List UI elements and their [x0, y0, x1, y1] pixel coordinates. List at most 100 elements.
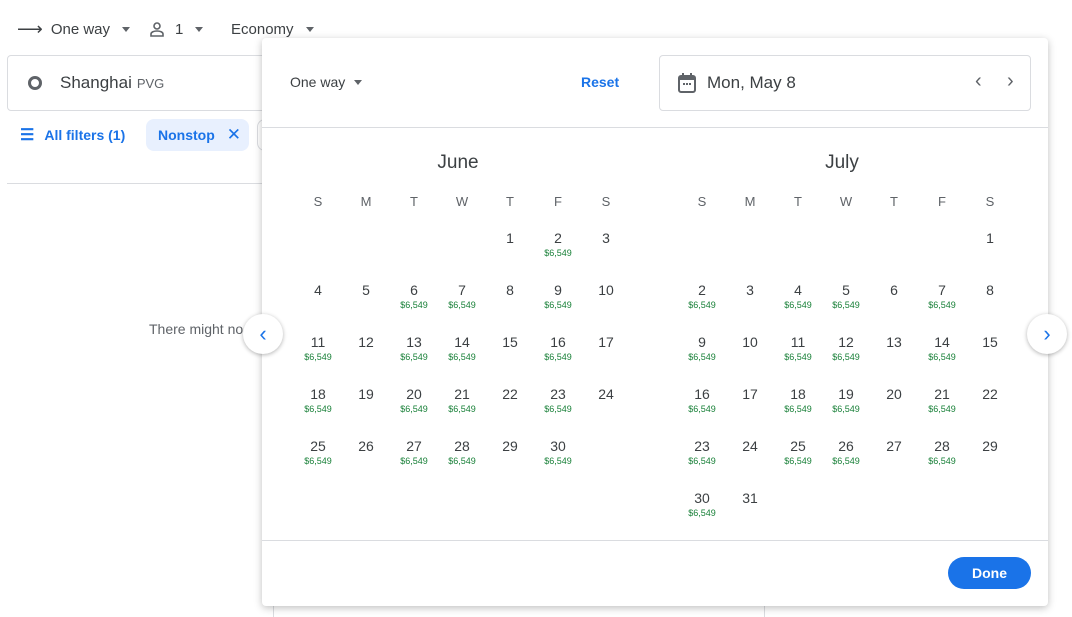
calendar-day[interactable]: 5 [344, 281, 388, 299]
calendar-day[interactable]: 15 [968, 333, 1012, 351]
next-month-button[interactable]: › [1027, 314, 1067, 354]
calendar-day[interactable]: 23 $6,549 [536, 385, 580, 415]
reset-button[interactable]: Reset [581, 74, 619, 90]
calendar-day[interactable]: 27 [872, 437, 916, 455]
cabin-select[interactable]: Economy [231, 18, 314, 40]
day-number: 1 [986, 230, 994, 246]
next-date-icon[interactable]: › [1007, 70, 1014, 93]
day-number: 16 [694, 386, 710, 402]
calendar-day[interactable]: 10 [584, 281, 628, 299]
calendar-day[interactable]: 30 $6,549 [680, 489, 724, 519]
calendar-day[interactable]: 4 [296, 281, 340, 299]
day-price: $6,549 [688, 508, 716, 518]
calendar-day[interactable]: 2 $6,549 [680, 281, 724, 311]
day-number: 23 [694, 438, 710, 454]
calendar-day[interactable]: 5 $6,549 [824, 281, 868, 311]
day-number: 23 [550, 386, 566, 402]
calendar-day[interactable]: 17 [584, 333, 628, 351]
calendar-day[interactable]: 15 [488, 333, 532, 351]
calendar-day[interactable]: 18 $6,549 [776, 385, 820, 415]
calendar-day[interactable]: 24 [584, 385, 628, 403]
calendar-day[interactable]: 10 [728, 333, 772, 351]
calendar-day[interactable]: 1 [968, 229, 1012, 247]
calendar-day[interactable]: 11 $6,549 [296, 333, 340, 363]
close-icon[interactable]: ✕ [227, 125, 241, 145]
origin-code: PVG [136, 75, 165, 91]
previous-month-button[interactable]: ‹ [243, 314, 283, 354]
day-price: $6,549 [400, 404, 428, 414]
calendar-day[interactable]: 11 $6,549 [776, 333, 820, 363]
calendar-day[interactable]: 3 [728, 281, 772, 299]
calendar-day[interactable]: 31 [728, 489, 772, 507]
calendar-day[interactable]: 6 [872, 281, 916, 299]
calendar-day[interactable]: 1 [488, 229, 532, 247]
calendar-day[interactable]: 22 [968, 385, 1012, 403]
previous-date-icon[interactable]: ‹ [975, 70, 982, 93]
calendar-day[interactable]: 7 $6,549 [440, 281, 484, 311]
calendar-day[interactable]: 25 $6,549 [776, 437, 820, 467]
calendar-day[interactable]: 9 $6,549 [680, 333, 724, 363]
calendar-day[interactable]: 30 $6,549 [536, 437, 580, 467]
calendar-day[interactable]: 8 [488, 281, 532, 299]
calendar-day[interactable]: 27 $6,549 [392, 437, 436, 467]
day-price: $6,549 [304, 352, 332, 362]
calendar-day[interactable]: 13 [872, 333, 916, 351]
departure-date-field[interactable]: Mon, May 8 ‹ › [659, 55, 1031, 111]
calendar-day[interactable]: 28 $6,549 [920, 437, 964, 467]
calendar-day[interactable]: 21 $6,549 [440, 385, 484, 415]
day-number: 14 [934, 334, 950, 350]
passengers-select[interactable]: 1 [149, 18, 204, 40]
calendar-day[interactable]: 12 $6,549 [824, 333, 868, 363]
day-number: 31 [742, 490, 758, 506]
day-number: 8 [506, 282, 514, 298]
day-number: 1 [506, 230, 514, 246]
calendar-day[interactable]: 20 [872, 385, 916, 403]
calendar-day[interactable]: 28 $6,549 [440, 437, 484, 467]
calendar-day[interactable]: 4 $6,549 [776, 281, 820, 311]
date-picker-trip-type[interactable]: One way [290, 74, 363, 90]
calendar-day[interactable]: 25 $6,549 [296, 437, 340, 467]
day-number: 24 [742, 438, 758, 454]
calendar-day[interactable]: 18 $6,549 [296, 385, 340, 415]
weekday-label: T [794, 194, 802, 209]
calendar-day[interactable]: 7 $6,549 [920, 281, 964, 311]
calendar-day[interactable]: 9 $6,549 [536, 281, 580, 311]
day-number: 28 [454, 438, 470, 454]
weekday-label: T [890, 194, 898, 209]
calendar-day[interactable]: 19 $6,549 [824, 385, 868, 415]
calendar-day[interactable]: 16 $6,549 [680, 385, 724, 415]
calendar-day[interactable]: 23 $6,549 [680, 437, 724, 467]
calendar-day[interactable]: 21 $6,549 [920, 385, 964, 415]
weekday-label: S [697, 194, 707, 209]
calendar-day[interactable]: 26 [344, 437, 388, 455]
calendar-day[interactable]: 29 [488, 437, 532, 455]
calendar-day[interactable]: 2 $6,549 [536, 229, 580, 259]
calendar-day[interactable]: 24 [728, 437, 772, 455]
calendar-day[interactable]: 26 $6,549 [824, 437, 868, 467]
nonstop-chip[interactable]: Nonstop ✕ [146, 119, 249, 151]
calendar-day[interactable]: 14 $6,549 [920, 333, 964, 363]
calendar-day[interactable]: 8 [968, 281, 1012, 299]
all-filters-button[interactable]: ☰ All filters (1) [20, 119, 125, 151]
calendar-day[interactable]: 20 $6,549 [392, 385, 436, 415]
calendar-day[interactable]: 12 [344, 333, 388, 351]
trip-type-label: One way [50, 20, 111, 38]
day-number: 24 [598, 386, 614, 402]
day-price: $6,549 [544, 456, 572, 466]
day-number: 22 [502, 386, 518, 402]
calendar-day[interactable]: 3 [584, 229, 628, 247]
calendar-day[interactable]: 17 [728, 385, 772, 403]
calendar-day[interactable]: 6 $6,549 [392, 281, 436, 311]
day-number: 30 [694, 490, 710, 506]
calendar-day[interactable]: 14 $6,549 [440, 333, 484, 363]
calendar-day[interactable]: 13 $6,549 [392, 333, 436, 363]
calendar-day[interactable]: 29 [968, 437, 1012, 455]
done-button[interactable]: Done [948, 557, 1031, 589]
calendar-day[interactable]: 16 $6,549 [536, 333, 580, 363]
calendar-day[interactable]: 22 [488, 385, 532, 403]
day-number: 7 [938, 282, 946, 298]
trip-type-select[interactable]: ⟶ One way [17, 18, 131, 40]
calendar-day[interactable]: 19 [344, 385, 388, 403]
day-number: 27 [406, 438, 422, 454]
day-price: $6,549 [928, 456, 956, 466]
